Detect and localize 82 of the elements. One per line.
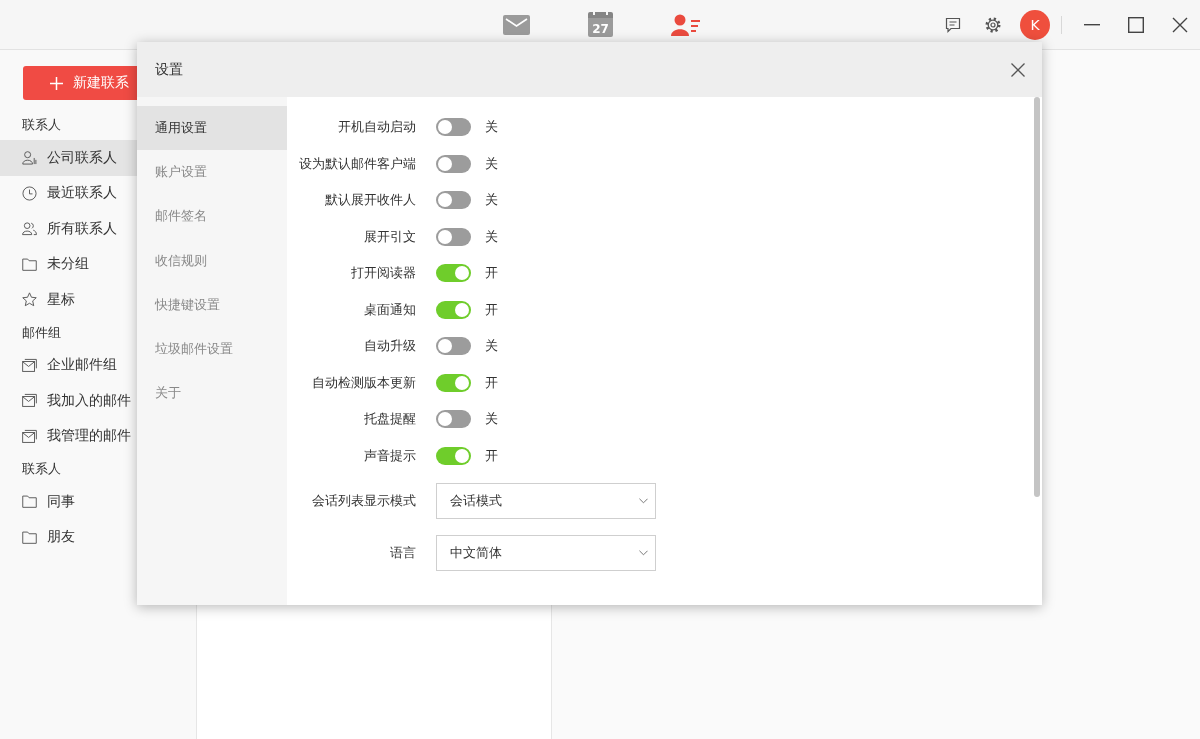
plus-icon bbox=[50, 76, 63, 90]
setting-label: 自动检测版本更新 bbox=[311, 373, 416, 392]
setting-label: 打开阅读器 bbox=[350, 264, 416, 283]
scrollbar-thumb[interactable] bbox=[1034, 97, 1040, 497]
setting-label: 桌面通知 bbox=[363, 300, 416, 319]
toggle-switch[interactable] bbox=[436, 446, 471, 465]
settings-nav-item[interactable]: 通用设置 bbox=[137, 106, 287, 151]
clock-icon bbox=[22, 185, 37, 201]
chevron-down-icon bbox=[639, 550, 648, 556]
toggle-switch[interactable] bbox=[436, 227, 471, 246]
sidebar-item[interactable]: 未分组 bbox=[0, 246, 138, 282]
sidebar-item[interactable]: 星标 bbox=[0, 282, 138, 318]
toggle-switch[interactable] bbox=[436, 191, 471, 210]
sidebar-item[interactable]: 我管理的邮件 bbox=[0, 418, 138, 454]
dropdown-select[interactable]: 中文简体 bbox=[436, 535, 656, 571]
envelope-icon bbox=[503, 14, 530, 35]
toggle-switch[interactable] bbox=[436, 373, 471, 392]
minimize-icon bbox=[1084, 23, 1100, 26]
toggle-state-label: 关 bbox=[485, 191, 498, 210]
close-icon bbox=[1172, 16, 1188, 33]
setting-label: 默认展开收件人 bbox=[324, 191, 416, 210]
sidebar-item[interactable]: 同事 bbox=[0, 484, 138, 520]
contacts-tab[interactable] bbox=[671, 13, 701, 36]
close-button[interactable] bbox=[1011, 62, 1025, 77]
section-heading: 邮件组 bbox=[22, 324, 61, 340]
maximize-icon bbox=[1128, 16, 1144, 33]
dropdown-select[interactable]: 会话模式 bbox=[436, 483, 656, 519]
contact-list-icon bbox=[671, 13, 701, 36]
close-button[interactable] bbox=[1172, 16, 1188, 33]
toggle-switch[interactable] bbox=[436, 337, 471, 356]
toggle-switch[interactable] bbox=[436, 118, 471, 137]
toggle-state-label: 关 bbox=[485, 154, 498, 173]
settings-button[interactable] bbox=[985, 16, 1001, 33]
user-avatar[interactable]: K bbox=[1020, 9, 1050, 40]
settings-icon bbox=[985, 16, 1001, 33]
sidebar-item[interactable]: 企业邮件组 bbox=[0, 347, 138, 383]
toggle-switch[interactable] bbox=[436, 410, 471, 429]
toggle-state-label: 开 bbox=[485, 446, 498, 465]
folder-icon bbox=[22, 256, 37, 272]
chat-bubble-icon bbox=[945, 16, 961, 33]
setting-label: 语言 bbox=[389, 544, 416, 562]
sidebar-item[interactable]: 最近联系人 bbox=[0, 175, 138, 211]
toggle-state-label: 关 bbox=[485, 227, 498, 246]
envelope-icon bbox=[22, 357, 37, 373]
setting-label: 托盘提醒 bbox=[363, 410, 416, 429]
toggle-state-label: 关 bbox=[485, 337, 498, 356]
section-heading: 联系人 bbox=[22, 461, 61, 476]
mail-tab[interactable] bbox=[503, 14, 530, 35]
sidebar-item[interactable]: 我加入的邮件 bbox=[0, 383, 138, 419]
envelope-icon bbox=[22, 428, 37, 444]
minimize-button[interactable] bbox=[1084, 23, 1100, 26]
toggle-state-label: 关 bbox=[485, 118, 498, 137]
setting-label: 自动升级 bbox=[363, 337, 416, 356]
envelope-icon bbox=[22, 393, 37, 409]
toggle-switch[interactable] bbox=[436, 264, 471, 283]
toggle-state-label: 开 bbox=[485, 373, 498, 392]
folder-icon bbox=[22, 529, 37, 545]
maximize-button[interactable] bbox=[1128, 16, 1144, 33]
setting-label: 展开引文 bbox=[363, 227, 416, 246]
people-icon bbox=[22, 221, 37, 237]
setting-label: 设为默认邮件客户端 bbox=[298, 154, 416, 173]
message-button[interactable] bbox=[945, 16, 961, 33]
star-icon bbox=[22, 292, 37, 308]
toggle-switch[interactable] bbox=[436, 300, 471, 319]
settings-nav-item[interactable]: 关于 bbox=[137, 371, 287, 416]
setting-label: 开机自动启动 bbox=[337, 118, 416, 137]
section-heading: 联系人 bbox=[22, 117, 61, 132]
dialog-title: 设置 bbox=[155, 60, 183, 79]
new-contact-button[interactable]: 新建联系 bbox=[23, 66, 139, 100]
toggle-state-label: 开 bbox=[485, 264, 498, 283]
sidebar-item[interactable]: 朋友 bbox=[0, 519, 138, 555]
toggle-switch[interactable] bbox=[436, 154, 471, 173]
chevron-down-icon bbox=[639, 498, 648, 504]
sidebar-item[interactable]: 所有联系人 bbox=[0, 211, 138, 247]
toggle-state-label: 开 bbox=[485, 300, 498, 319]
sidebar-item[interactable]: 公司联系人 bbox=[0, 140, 138, 176]
setting-label: 会话列表显示模式 bbox=[311, 492, 416, 510]
person-card-icon bbox=[22, 150, 37, 166]
close-icon bbox=[1011, 62, 1025, 77]
folder-icon bbox=[22, 494, 37, 510]
setting-label: 声音提示 bbox=[363, 446, 416, 465]
toggle-state-label: 关 bbox=[485, 410, 498, 429]
